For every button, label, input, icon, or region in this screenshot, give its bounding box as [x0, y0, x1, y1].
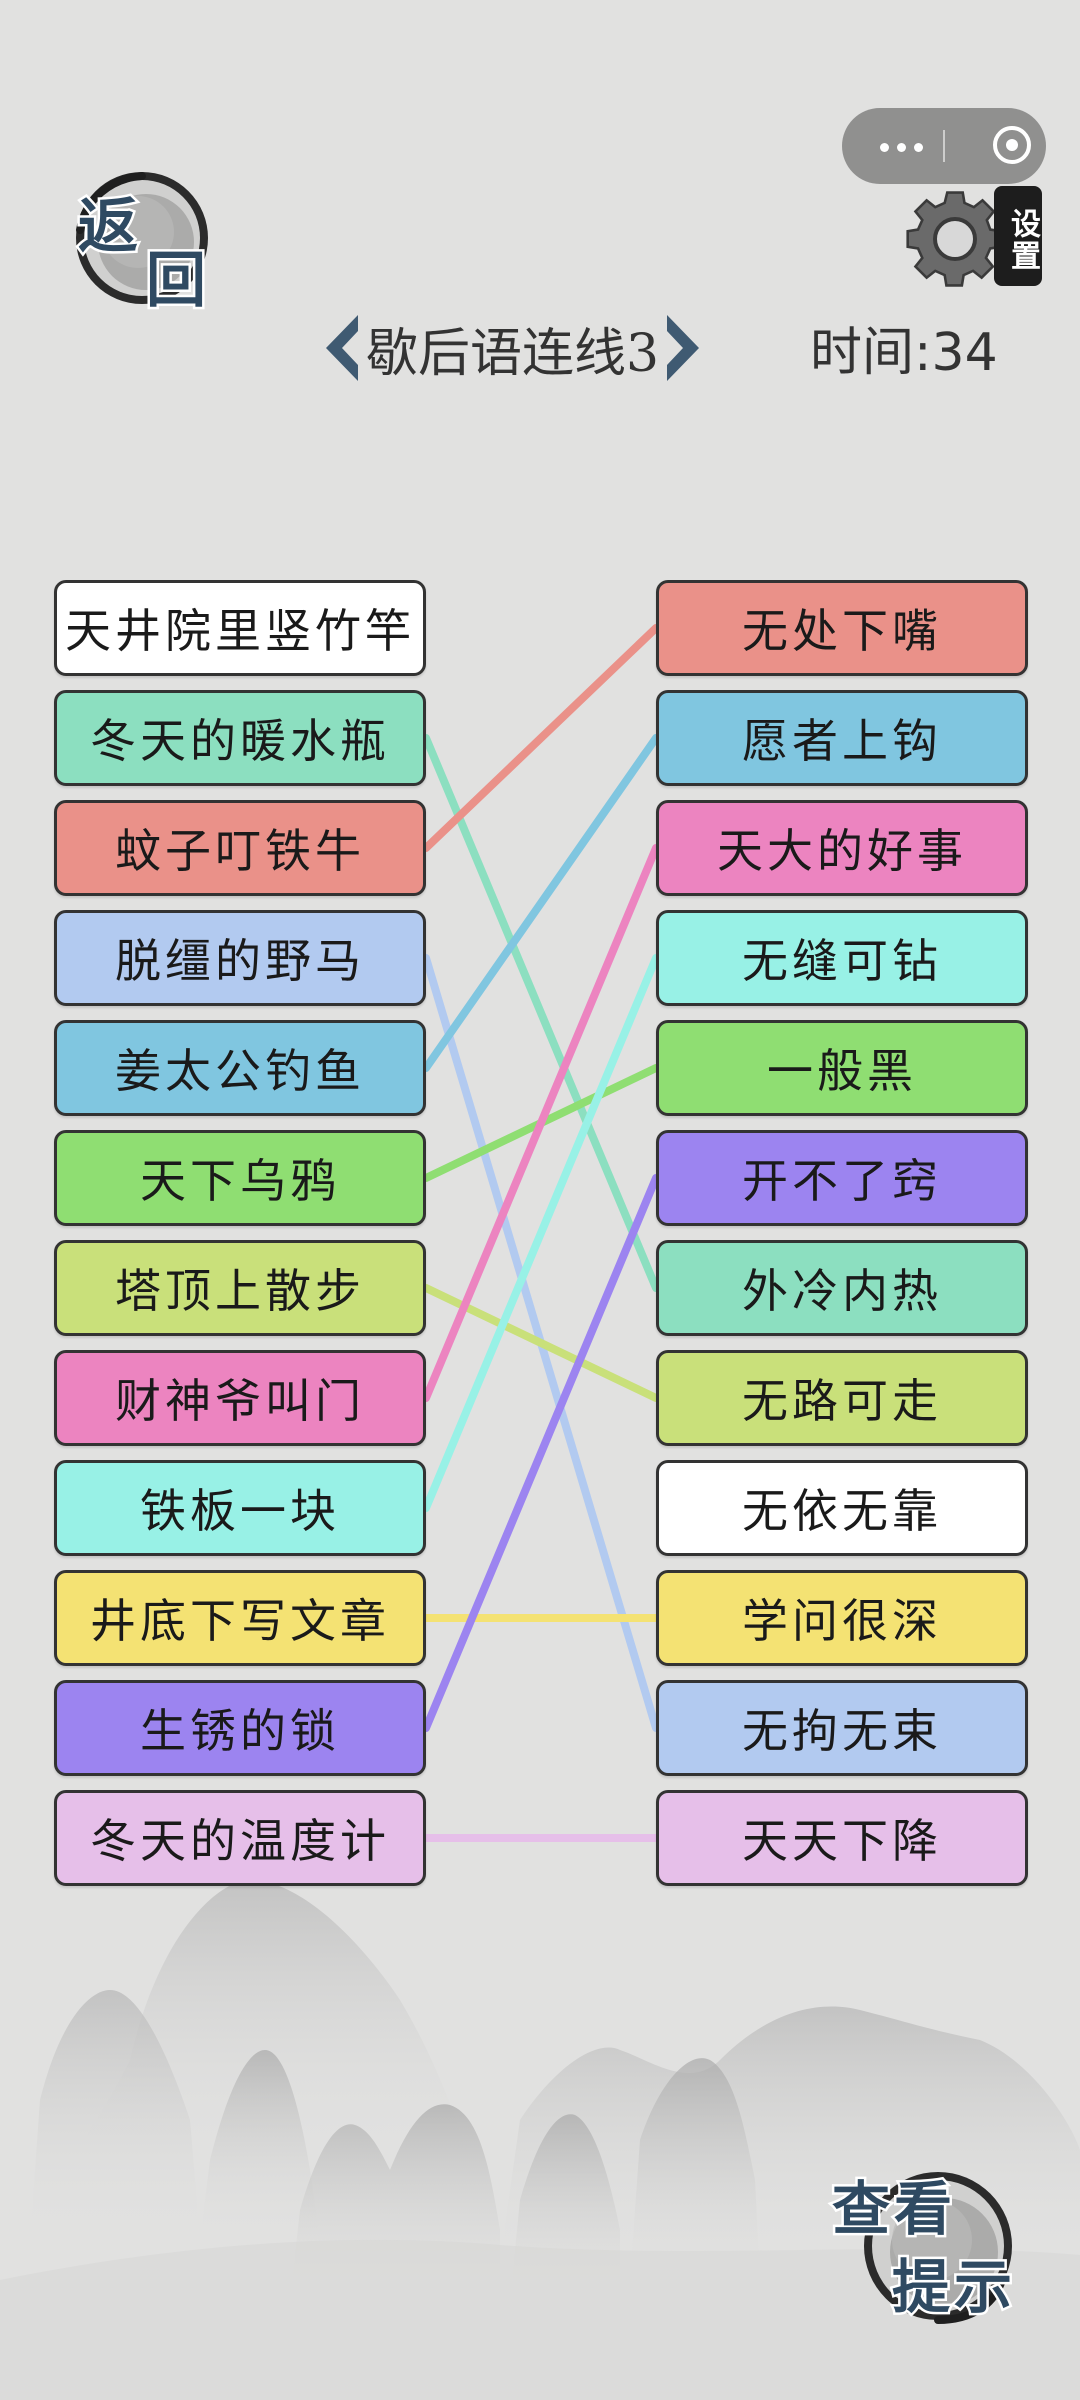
- right-item-6[interactable]: 外冷内热: [656, 1240, 1028, 1336]
- hint-char-2: 看: [891, 2173, 954, 2246]
- right-item-8[interactable]: 无依无靠: [656, 1460, 1028, 1556]
- connection-line-5: [422, 1284, 660, 1402]
- right-item-0[interactable]: 无处下嘴: [656, 580, 1028, 676]
- left-item-8[interactable]: 铁板一块: [54, 1460, 426, 1556]
- connection-line-7: [422, 954, 660, 1512]
- left-item-7[interactable]: 财神爷叫门: [54, 1350, 426, 1446]
- right-item-2[interactable]: 天大的好事: [656, 800, 1028, 896]
- hint-char-4: 示: [951, 2251, 1014, 2324]
- right-item-3[interactable]: 无缝可钻: [656, 910, 1028, 1006]
- right-item-4[interactable]: 一般黑: [656, 1020, 1028, 1116]
- hint-button[interactable]: 查 看 提 示: [826, 2160, 1036, 2330]
- connection-line-9: [422, 1174, 660, 1732]
- right-item-5[interactable]: 开不了窍: [656, 1130, 1028, 1226]
- left-item-6[interactable]: 塔顶上散步: [54, 1240, 426, 1336]
- right-item-1[interactable]: 愿者上钩: [656, 690, 1028, 786]
- right-item-9[interactable]: 学问很深: [656, 1570, 1028, 1666]
- left-item-5[interactable]: 天下乌鸦: [54, 1130, 426, 1226]
- connection-line-6: [422, 844, 660, 1402]
- left-item-2[interactable]: 蚊子叮铁牛: [54, 800, 426, 896]
- hint-char-3: 提: [889, 2251, 952, 2324]
- left-item-11[interactable]: 冬天的温度计: [54, 1790, 426, 1886]
- left-item-9[interactable]: 井底下写文章: [54, 1570, 426, 1666]
- connection-line-1: [422, 624, 660, 852]
- left-item-3[interactable]: 脱缰的野马: [54, 910, 426, 1006]
- left-item-0[interactable]: 天井院里竖竹竿: [54, 580, 426, 676]
- right-item-7[interactable]: 无路可走: [656, 1350, 1028, 1446]
- left-item-10[interactable]: 生锈的锁: [54, 1680, 426, 1776]
- left-item-1[interactable]: 冬天的暖水瓶: [54, 690, 426, 786]
- right-item-11[interactable]: 天天下降: [656, 1790, 1028, 1886]
- hint-char-1: 查: [829, 2173, 892, 2246]
- right-item-10[interactable]: 无拘无束: [656, 1680, 1028, 1776]
- left-item-4[interactable]: 姜太公钓鱼: [54, 1020, 426, 1116]
